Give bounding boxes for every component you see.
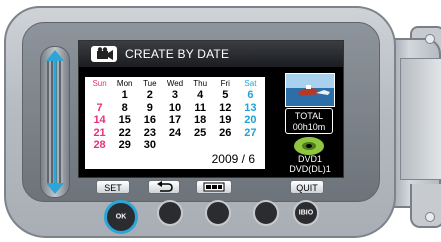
calendar-day[interactable]: 26 <box>213 127 238 140</box>
calendar-empty-cell <box>87 89 112 102</box>
weekday-header: Sat <box>244 79 257 88</box>
display-label: IBIO <box>298 209 314 217</box>
calendar-month: 2009 / 6 <box>211 152 255 166</box>
back-button[interactable] <box>148 180 180 194</box>
hinge-plate <box>400 58 441 180</box>
hardware-button-4[interactable] <box>253 200 279 226</box>
calendar-day[interactable]: 1 <box>112 89 137 102</box>
touch-slider[interactable] <box>40 46 70 198</box>
total-time: 00h10m <box>292 122 326 132</box>
calendar-day[interactable]: 6 <box>238 89 263 102</box>
ok-label: OK <box>115 213 127 221</box>
lcd-screen: CREATE BY DATE Sun Mon Tue Wed Thu Fri Sat 1 2 3 4… <box>78 40 344 178</box>
weekday-header: Sun <box>92 79 107 88</box>
calendar-day[interactable]: 27 <box>238 127 263 140</box>
up-down-arrow-icon <box>46 50 64 194</box>
calendar-day[interactable]: 3 <box>162 89 187 102</box>
calendar-day[interactable]: 28 <box>87 139 112 152</box>
check-toggle-button[interactable] <box>196 180 232 194</box>
calendar-day[interactable]: 20 <box>238 114 263 127</box>
disc-dl-count: DVD(DL)1 <box>289 164 331 174</box>
calendar-day[interactable]: 15 <box>112 114 137 127</box>
screw-icon <box>425 34 435 44</box>
video-thumbnail <box>285 73 335 107</box>
quit-button[interactable]: QUIT <box>290 180 324 194</box>
calendar-day[interactable]: 14 <box>87 114 112 127</box>
disc-count: DVD1 <box>297 154 322 164</box>
calendar-day[interactable]: 9 <box>137 102 162 115</box>
total-label: TOTAL <box>294 111 324 121</box>
calendar-day[interactable]: 23 <box>137 127 162 140</box>
calendar-empty-cell <box>238 139 263 152</box>
calendar-day[interactable]: 24 <box>162 127 187 140</box>
calendar-day[interactable]: 4 <box>188 89 213 102</box>
screen-header: CREATE BY DATE <box>79 41 343 67</box>
dvd-disc-icon <box>294 137 324 155</box>
check-toggle-icon <box>203 182 225 192</box>
weekday-header: Mon <box>116 79 133 88</box>
hardware-button-2[interactable] <box>157 200 183 226</box>
calendar-empty-cell <box>213 139 238 152</box>
calendar-day[interactable]: 12 <box>213 102 238 115</box>
calendar-day[interactable]: 17 <box>162 114 187 127</box>
calendar-day[interactable]: 18 <box>188 114 213 127</box>
calendar-day[interactable]: 21 <box>87 127 112 140</box>
calendar-day[interactable]: 19 <box>213 114 238 127</box>
disc-info: DVD1 DVD(DL)1 <box>283 154 337 174</box>
calendar-empty-cell <box>188 139 213 152</box>
screw-icon <box>425 212 435 222</box>
hardware-button-3[interactable] <box>205 200 231 226</box>
calendar-day[interactable]: 25 <box>188 127 213 140</box>
hinge-bottom <box>410 184 441 228</box>
display-button[interactable]: IBIO <box>293 200 319 226</box>
set-button[interactable]: SET <box>96 180 130 194</box>
calendar-day[interactable]: 5 <box>213 89 238 102</box>
calendar-day[interactable]: 13 <box>238 102 263 115</box>
ok-button[interactable]: OK <box>104 200 138 234</box>
calendar-day[interactable]: 11 <box>188 102 213 115</box>
calendar-day[interactable]: 2 <box>137 89 162 102</box>
weekday-header: Thu <box>193 79 208 88</box>
calendar-day[interactable]: 8 <box>112 102 137 115</box>
calendar-empty-cell <box>162 139 187 152</box>
total-time-box: TOTAL 00h10m <box>285 108 333 134</box>
calendar-day[interactable]: 29 <box>112 139 137 152</box>
screen-title: CREATE BY DATE <box>125 47 230 61</box>
weekday-header: Fri <box>220 79 230 88</box>
calendar: Sun Mon Tue Wed Thu Fri Sat 1 2 3 4 5 6 7 8 9 10 11 12 13 14… <box>85 77 265 169</box>
calendar-day[interactable]: 22 <box>112 127 137 140</box>
calendar-day[interactable]: 10 <box>162 102 187 115</box>
calendar-day[interactable]: 30 <box>137 139 162 152</box>
weekday-header: Tue <box>143 79 157 88</box>
video-camera-icon <box>91 46 117 62</box>
return-arrow-icon <box>157 181 173 192</box>
weekday-header: Wed <box>166 79 184 88</box>
calendar-grid: Sun Mon Tue Wed Thu Fri Sat 1 2 3 4 5 6 7 8 9 10 11 12 13 14… <box>87 79 263 152</box>
calendar-day[interactable]: 7 <box>87 102 112 115</box>
calendar-day[interactable]: 16 <box>137 114 162 127</box>
